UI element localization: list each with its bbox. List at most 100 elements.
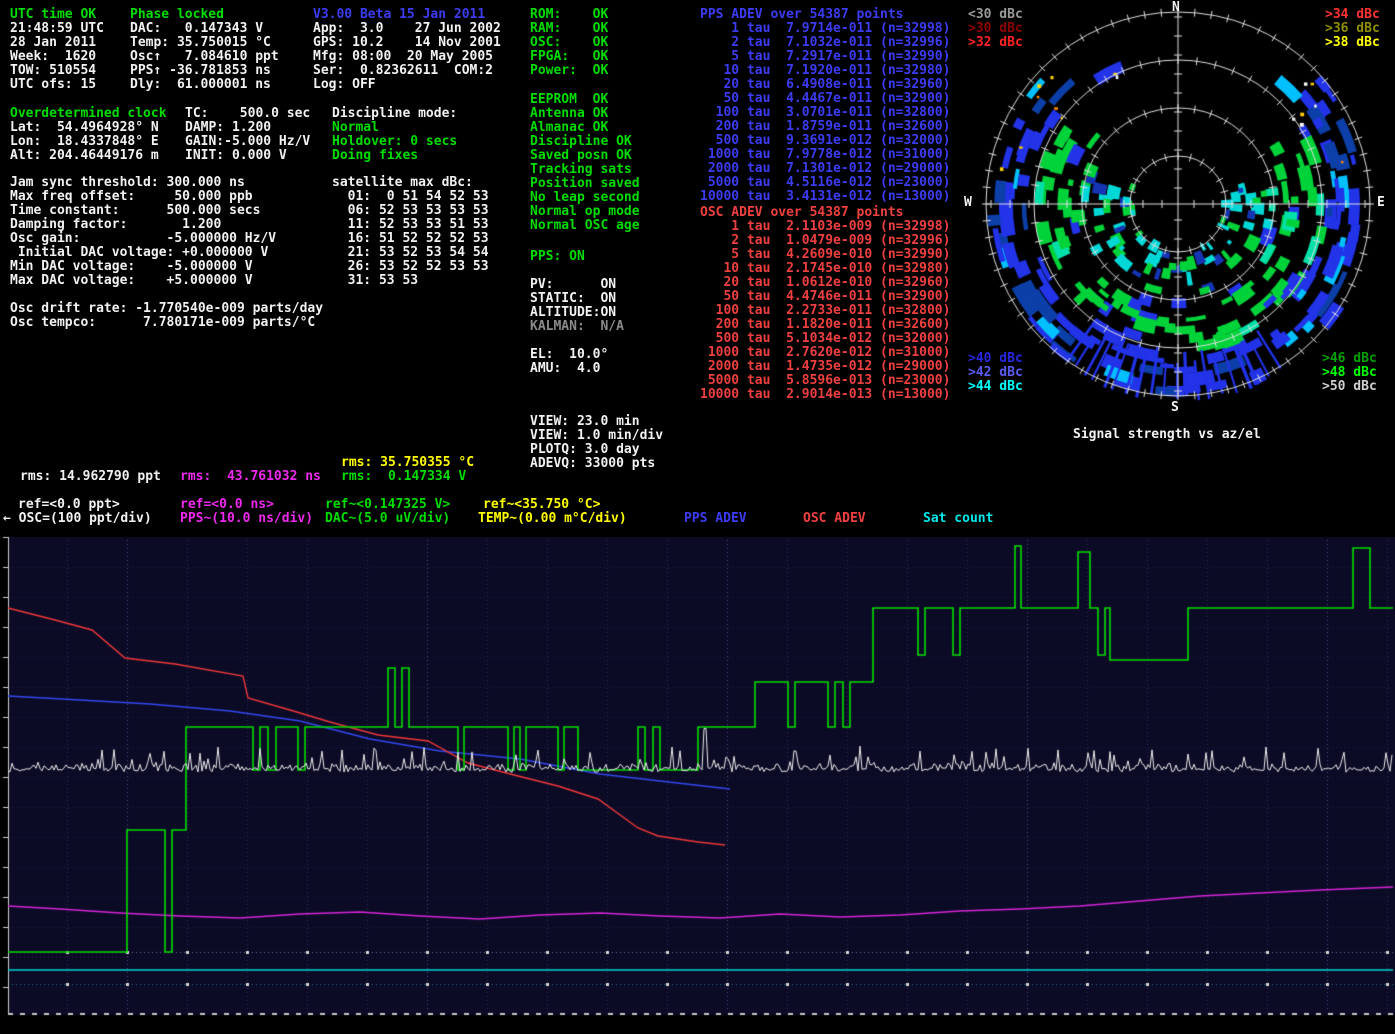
text-line: Osc tempco: 7.780171e-009 parts/°C [10, 316, 323, 330]
polar-label-north: N [1172, 1, 1180, 15]
polar-label-west: W [964, 196, 972, 210]
text-line: 50 tau 4.4467e-011 (n=32900) [700, 92, 950, 106]
polar-caption: Signal strength vs az/el [1073, 428, 1261, 442]
text-line: ROM: OK [530, 8, 608, 22]
text-line: 16: 51 52 52 52 53 [332, 232, 489, 246]
dbc-legend-bottom-left: >40 dBc>42 dBc>44 dBc [968, 352, 1023, 394]
text-line: 21:48:59 UTC [10, 22, 104, 36]
clock-title: Overdetermined clock [10, 107, 167, 121]
text-line: 5000 tau 5.8596e-013 (n=23000) [700, 374, 950, 388]
legend-item: >36 dBc [1325, 22, 1380, 36]
text-line: Almanac OK [530, 121, 640, 135]
legend-item: >42 dBc [968, 366, 1023, 380]
legend-item: >44 dBc [968, 380, 1023, 394]
text-line: 50 tau 4.4746e-011 (n=32900) [700, 290, 950, 304]
dbc-legend-top-right: >34 dBc>36 dBc>38 dBc [1325, 8, 1380, 50]
text-line: Lat: 54.4964928° N [10, 121, 159, 135]
text-line: EL: 10.0° [530, 348, 608, 362]
text-line: UTC ofs: 15 [10, 78, 104, 92]
text-line: Max freq offset: 50.000 ppb [10, 190, 276, 204]
phase-status-title: Phase locked [130, 8, 224, 22]
scale-temp: TEMP~(0.00 m°C/div) [478, 512, 627, 526]
ref-dac: ref~<0.147325 V> [325, 498, 450, 512]
text-line: TC: 500.0 sec [185, 107, 310, 121]
text-line: 1000 tau 7.9778e-012 (n=31000) [700, 148, 950, 162]
text-line: VIEW: 23.0 min [530, 415, 663, 429]
text-line: Max DAC voltage: +5.000000 V [10, 274, 276, 288]
text-line: Discipline OK [530, 135, 640, 149]
text-line: VIEW: 1.0 min/div [530, 429, 663, 443]
text-line: 06: 52 53 53 53 53 [332, 204, 489, 218]
text-line: 1000 tau 2.7620e-012 (n=31000) [700, 346, 950, 360]
polar-label-south: S [1171, 401, 1179, 415]
text-line: Tracking sats [530, 163, 640, 177]
text-line: Mfg: 08:00 20 May 2005 [313, 50, 501, 64]
osc-adev-title: OSC ADEV over 54387 points [700, 206, 904, 220]
text-line: Saved posn OK [530, 149, 640, 163]
text-line: Week: 1620 [10, 50, 104, 64]
text-line: 11: 52 53 53 51 53 [332, 218, 489, 232]
ref-temp: ref~<35.750 °C> [483, 498, 600, 512]
text-line: FPGA: OK [530, 50, 608, 64]
text-line: Damping factor: 1.200 [10, 218, 276, 232]
text-line: 26: 53 52 52 53 53 [332, 260, 489, 274]
text-line: satellite max dBc: [332, 176, 489, 190]
text-line: Jam sync threshold: 300.000 ns [10, 176, 276, 190]
text-line: 20 tau 1.0612e-010 (n=32960) [700, 276, 950, 290]
text-line: 2 tau 7.1032e-011 (n=32996) [700, 36, 950, 50]
text-line: Doing fixes [332, 149, 457, 163]
text-line: 28 Jan 2011 [10, 36, 104, 50]
text-line: Normal OSC age [530, 219, 640, 233]
text-line: 10 tau 2.1745e-010 (n=32980) [700, 262, 950, 276]
text-line: 31: 53 53 [332, 274, 489, 288]
satellite-max-dbc-list: satellite max dBc: 01: 0 51 54 52 53 06:… [332, 176, 489, 288]
clock-position-lines: Lat: 54.4964928° NLon: 18.4337848° EAlt:… [10, 121, 159, 163]
text-line: 200 tau 1.1820e-011 (n=32600) [700, 318, 950, 332]
rms-osc: rms: 14.962790 ppt [20, 470, 161, 484]
lady-heather-screen: UTC time OK 21:48:59 UTC28 Jan 2011Week:… [0, 0, 1395, 1034]
text-line: ALTITUDE:ON [530, 306, 616, 320]
text-line: Osc drift rate: -1.770540e-009 parts/day [10, 302, 323, 316]
text-line: 1 tau 7.9714e-011 (n=32998) [700, 22, 950, 36]
text-line: 20 tau 6.4908e-011 (n=32960) [700, 78, 950, 92]
text-line: DAMP: 1.200 [185, 121, 310, 135]
text-line: 500 tau 5.1034e-012 (n=32000) [700, 332, 950, 346]
text-line: Normal [332, 121, 457, 135]
text-line: AMU: 4.0 [530, 362, 608, 376]
version-lines: App: 3.0 27 Jun 2002GPS: 10.2 14 Nov 200… [313, 22, 501, 92]
text-line: 2000 tau 7.1301e-012 (n=29000) [700, 162, 950, 176]
utc-status-title: UTC time OK [10, 8, 96, 22]
legend-item: >48 dBc [1322, 366, 1377, 380]
legend-osc-adev: OSC ADEV [803, 512, 866, 526]
kalman-status: KALMAN: N/A [530, 320, 624, 334]
text-line: Ser: 0.82362611 COM:2 [313, 64, 501, 78]
text-line: Min DAC voltage: -5.000000 V [10, 260, 276, 274]
history-plot-area[interactable] [0, 530, 1395, 1034]
scale-dac: DAC~(5.0 uV/div) [325, 512, 450, 526]
text-line: Log: OFF [313, 78, 501, 92]
text-line: No leap second [530, 191, 640, 205]
pps-state: PPS: ON [530, 250, 585, 264]
text-line: 5000 tau 4.5116e-012 (n=23000) [700, 176, 950, 190]
fix-mode-list: PV: ONSTATIC: ONALTITUDE:ON [530, 278, 616, 320]
text-line: PLOTQ: 3.0 day [530, 443, 663, 457]
phase-lines: DAC: 0.147343 VTemp: 35.750015 °COsc↑ 7.… [130, 22, 279, 92]
legend-pps-adev: PPS ADEV [684, 512, 747, 526]
legend-sat-count: Sat count [923, 512, 993, 526]
discipline-mode-lines: NormalHoldover: 0 secsDoing fixes [332, 121, 457, 163]
text-line: Temp: 35.750015 °C [130, 36, 279, 50]
utc-time-lines: 21:48:59 UTC28 Jan 2011Week: 1620TOW: 51… [10, 22, 104, 92]
text-line: 1 tau 2.1103e-009 (n=32998) [700, 220, 950, 234]
dbc-legend-top-left: <30 dBc>30 dBc>32 dBc [968, 8, 1023, 50]
text-line: Alt: 204.46449176 m [10, 149, 159, 163]
legend-item: >34 dBc [1325, 8, 1380, 22]
text-line: Power: OK [530, 64, 608, 78]
legend-item: >30 dBc [968, 22, 1023, 36]
text-line: Osc gain: -5.000000 Hz/V [10, 232, 276, 246]
view-settings-list: VIEW: 23.0 minVIEW: 1.0 min/divPLOTQ: 3.… [530, 415, 663, 471]
text-line: OSC: OK [530, 36, 608, 50]
pps-adev-title: PPS ADEV over 54387 points [700, 8, 904, 22]
text-line: 100 tau 3.0701e-011 (n=32800) [700, 106, 950, 120]
text-line: RAM: OK [530, 22, 608, 36]
text-line: Position saved [530, 177, 640, 191]
